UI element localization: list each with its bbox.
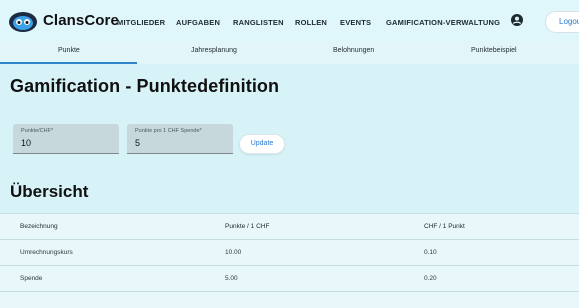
overview-title: Übersicht (10, 182, 89, 201)
account-icon[interactable] (511, 14, 523, 26)
overview-table: Bezeichnung Punkte / 1 CHF CHF / 1 Punkt… (0, 213, 579, 308)
tab-bar: Punkte Jahresplanung Belohnungen Punkteb… (0, 42, 579, 64)
tab-jahresplanung[interactable]: Jahresplanung (191, 47, 237, 54)
punkte-chf-label: Punkte/CHF* (21, 128, 54, 134)
table-row: Umrechnungskurs 10.00 0.10 (0, 240, 579, 266)
nav-mitglieder[interactable]: MITGLIEDER (117, 18, 165, 27)
punkte-spende-value[interactable]: 5 (135, 138, 140, 148)
nav-aufgaben[interactable]: AUFGABEN (176, 18, 220, 27)
column-header: CHF / 1 Punkt (424, 223, 465, 230)
app-bar: ClansCore MITGLIEDER AUFGABEN RANGLISTEN… (0, 0, 579, 42)
tab-belohnungen[interactable]: Belohnungen (333, 47, 374, 54)
page-title: Gamification - Punktedefinition (10, 76, 280, 96)
tab-punkte[interactable]: Punkte (58, 47, 80, 54)
nav-events[interactable]: EVENTS (340, 18, 371, 27)
table-cell: 0.10 (424, 249, 437, 256)
table-cell: Umrechnungskurs (20, 249, 73, 256)
nav-rollen[interactable]: ROLLEN (295, 18, 327, 27)
nav-gamification-verwaltung[interactable]: GAMIFICATION-VERWALTUNG (386, 18, 500, 27)
punkte-spende-field[interactable]: Punkte pro 1 CHF Spende* 5 (127, 124, 233, 154)
brand-name[interactable]: ClansCore (43, 12, 119, 29)
punkte-chf-value[interactable]: 10 (21, 138, 31, 148)
logout-button[interactable]: Logout (545, 11, 579, 33)
table-row: Spende 5.00 0.20 (0, 266, 579, 292)
tab-punktebeispiel[interactable]: Punktebeispiel (471, 47, 517, 54)
punkte-spende-label: Punkte pro 1 CHF Spende* (135, 128, 202, 134)
table-cell: 10.00 (225, 249, 242, 256)
nav-ranglisten[interactable]: RANGLISTEN (233, 18, 284, 27)
punkte-chf-field[interactable]: Punkte/CHF* 10 (13, 124, 119, 154)
table-header-row: Bezeichnung Punkte / 1 CHF CHF / 1 Punkt (0, 214, 579, 240)
clan-logo-icon[interactable] (8, 11, 38, 33)
column-header: Punkte / 1 CHF (225, 223, 270, 230)
active-tab-indicator (0, 62, 137, 64)
update-button[interactable]: Update (239, 134, 285, 154)
table-cell: 5.00 (225, 275, 238, 282)
column-header: Bezeichnung (20, 223, 58, 230)
table-cell: 0.20 (424, 275, 437, 282)
table-cell: Spende (20, 275, 43, 282)
